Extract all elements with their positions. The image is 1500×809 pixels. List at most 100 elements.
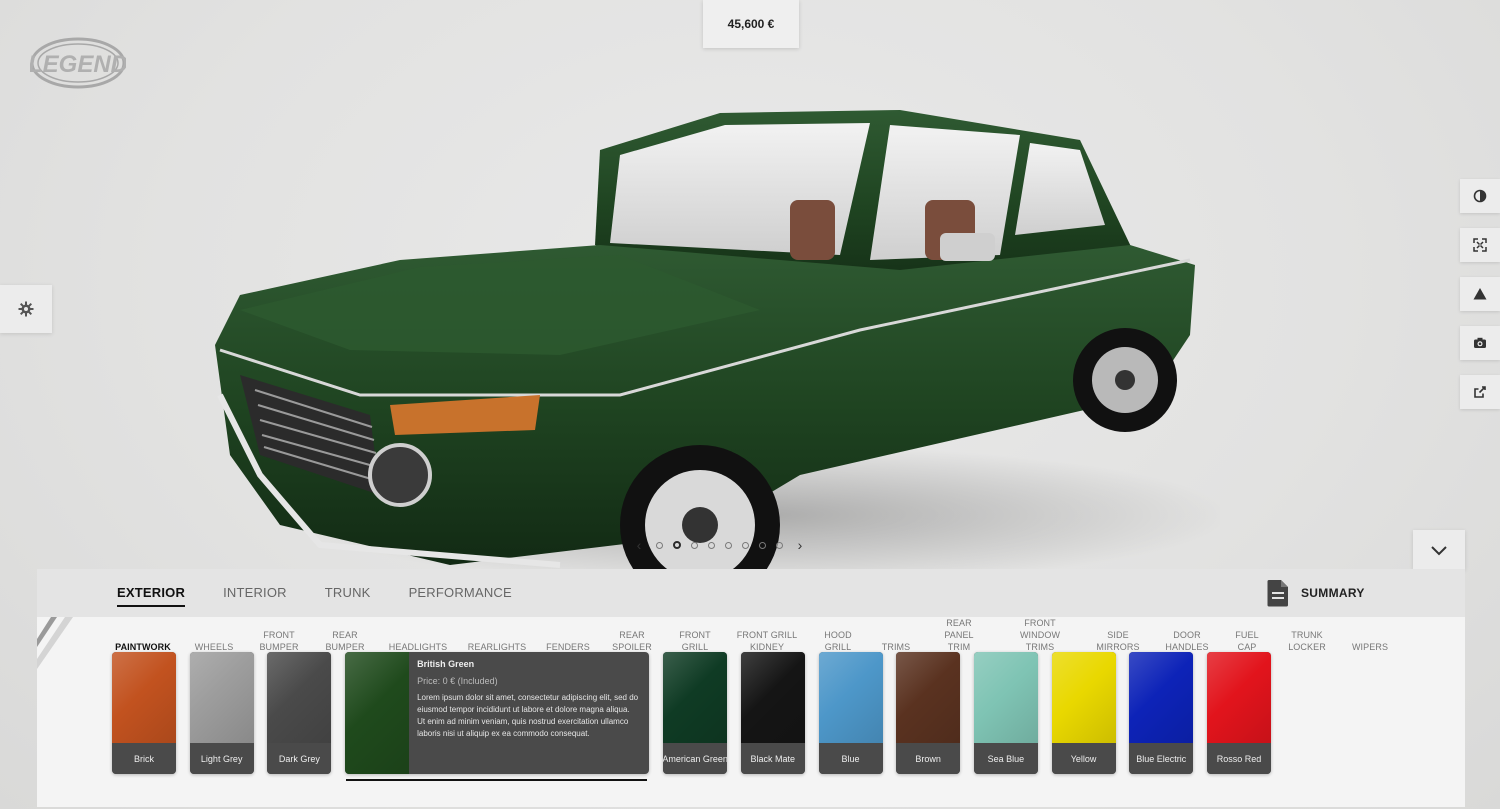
subtab-label-line: FRONT <box>1024 618 1056 628</box>
carousel-dot[interactable] <box>759 541 766 549</box>
contrast-button[interactable] <box>1460 179 1500 213</box>
swatch-label: Blue <box>818 743 883 774</box>
subtab-side-mirrors[interactable]: SIDE MIRRORS <box>1096 629 1139 653</box>
paint-swatch-dark-grey[interactable]: Dark Grey <box>267 652 332 774</box>
subtab-rear-spoiler[interactable]: REAR SPOILER <box>612 629 652 653</box>
subtab-fuel-cap[interactable]: FUEL CAP <box>1235 629 1258 653</box>
share-button[interactable] <box>1460 375 1500 409</box>
subtab-front-bumper[interactable]: FRONT BUMPER <box>259 629 298 653</box>
tab-performance[interactable]: PERFORMANCE <box>409 569 512 617</box>
swatch-color <box>189 652 254 743</box>
subtab-label-line: DOOR <box>1173 630 1201 640</box>
subtab-label-line: REAR <box>619 630 645 640</box>
swatch-color <box>1129 652 1194 743</box>
paint-price: Price: 0 € (Included) <box>417 676 498 686</box>
subtab-wipers[interactable]: WIPERS <box>1352 641 1388 653</box>
paint-swatch-yellow[interactable]: Yellow <box>1051 652 1116 774</box>
swatch-label: Blue Electric <box>1129 743 1194 774</box>
carousel-dot[interactable] <box>708 541 715 549</box>
legend-logo: LEGEND <box>30 37 126 89</box>
swatch-color <box>112 652 176 743</box>
carousel-dot[interactable] <box>725 541 732 549</box>
subtab-label-line: LOCKER <box>1288 642 1326 652</box>
swatch-color <box>818 652 883 743</box>
subtab-label-line: WINDOW <box>1019 630 1061 640</box>
swatch-color <box>973 652 1038 743</box>
paint-swatch-light-grey[interactable]: Light Grey <box>189 652 254 774</box>
main-tabs: EXTERIOR INTERIOR TRUNK PERFORMANCE <box>117 569 512 617</box>
tab-interior[interactable]: INTERIOR <box>223 569 287 617</box>
subtab-rear-panel-trim[interactable]: REAR PANEL TRIM <box>944 617 973 653</box>
subtab-front-grill[interactable]: FRONT GRILL <box>679 629 711 653</box>
paint-swatch-black-mate[interactable]: Black Mate <box>740 652 805 774</box>
summary-button[interactable]: SUMMARY <box>1267 579 1365 607</box>
subtab-label-line: SIDE <box>1107 630 1129 640</box>
subtab-label-line: REAR <box>946 618 972 628</box>
svg-text:LEGEND: LEGEND <box>30 51 126 78</box>
fullscreen-button[interactable] <box>1460 228 1500 262</box>
paint-name: British Green <box>417 659 475 669</box>
swatch-label: Yellow <box>1051 743 1116 774</box>
subtab-label-line: FRONT <box>679 630 711 640</box>
paint-swatch-brown[interactable]: Brown <box>896 652 961 774</box>
paint-swatch-sea-blue[interactable]: Sea Blue <box>973 652 1038 774</box>
swatch-label: Black Mate <box>740 743 805 774</box>
subtab-label-line: REAR <box>332 630 358 640</box>
swatch-color <box>663 652 728 743</box>
warning-icon <box>1473 288 1487 300</box>
gear-icon <box>18 301 34 317</box>
swatch-label: Sea Blue <box>973 743 1038 774</box>
paint-swatch-american-green[interactable]: American Green <box>663 652 728 774</box>
swatch-color <box>1051 652 1116 743</box>
carousel-dot[interactable] <box>776 541 783 549</box>
view-carousel: ‹ › <box>632 537 807 553</box>
carousel-prev-arrow[interactable]: ‹ <box>632 537 646 553</box>
tab-trunk[interactable]: TRUNK <box>325 569 371 617</box>
swatch-label: Light Grey <box>189 743 254 774</box>
swatch-color <box>1207 652 1271 743</box>
subtab-hood-grill[interactable]: HOOD GRILL <box>824 629 851 653</box>
subtab-trunk-locker[interactable]: TRUNK LOCKER <box>1288 629 1326 653</box>
chevron-down-icon <box>1431 546 1447 556</box>
document-icon <box>1267 580 1288 607</box>
paint-swatch-british-green[interactable]: British Green Price: 0 € (Included) Lorem … <box>345 652 650 774</box>
configurator-panel: EXTERIOR INTERIOR TRUNK PERFORMANCE SUMM… <box>37 569 1465 807</box>
swatch-color <box>896 652 961 743</box>
camera-button[interactable] <box>1460 326 1500 360</box>
collapse-panel-button[interactable] <box>1413 530 1465 570</box>
subtab-label-line: FRONT <box>263 630 295 640</box>
subtab-front-window-trims[interactable]: FRONT WINDOW TRIMS <box>1020 617 1060 653</box>
carousel-dot-active[interactable] <box>673 541 681 549</box>
subtab-front-grill-kidney[interactable]: FRONT GRILL KIDNEY <box>737 629 797 653</box>
swatch-color <box>740 652 805 743</box>
swatch-label: Brown <box>896 743 961 774</box>
paint-swatch-rosso-red[interactable]: Rosso Red <box>1207 652 1271 774</box>
paint-swatch-blue[interactable]: Blue <box>818 652 883 774</box>
settings-button[interactable] <box>0 285 52 333</box>
decorative-stripes <box>37 617 73 669</box>
carousel-dot[interactable] <box>742 541 749 549</box>
carousel-next-arrow[interactable]: › <box>793 537 807 553</box>
subtab-label-line: HOOD <box>824 630 852 640</box>
selected-swatch-indicator <box>346 779 647 781</box>
panel-header: EXTERIOR INTERIOR TRUNK PERFORMANCE SUMM… <box>37 569 1465 617</box>
swatch-label: Dark Grey <box>267 743 332 774</box>
paint-swatch-blue-electric[interactable]: Blue Electric <box>1129 652 1194 774</box>
paint-description: Lorem ipsum dolor sit amet, consectetur … <box>417 693 639 738</box>
subtab-label-line: WIPERS <box>1351 642 1389 652</box>
camera-icon <box>1474 337 1486 348</box>
view-toolbar <box>1460 179 1500 424</box>
carousel-dot[interactable] <box>691 541 698 549</box>
tab-exterior[interactable]: EXTERIOR <box>117 569 186 617</box>
share-icon <box>1474 386 1486 398</box>
subtab-rear-bumper[interactable]: REAR BUMPER <box>325 629 364 653</box>
swatch-label: Rosso Red <box>1207 743 1271 774</box>
carousel-dot[interactable] <box>656 541 663 549</box>
subtab-label-line: FRONT GRILL <box>736 630 798 640</box>
paint-details: British Green Price: 0 € (Included) Lorem … <box>417 659 639 740</box>
paint-swatch-brick[interactable]: Brick <box>112 652 176 774</box>
subtab-door-handles[interactable]: DOOR HANDLES <box>1165 629 1208 653</box>
car-3d-viewport[interactable] <box>200 95 1220 575</box>
warning-button[interactable] <box>1460 277 1500 311</box>
swatch-color <box>345 652 410 774</box>
